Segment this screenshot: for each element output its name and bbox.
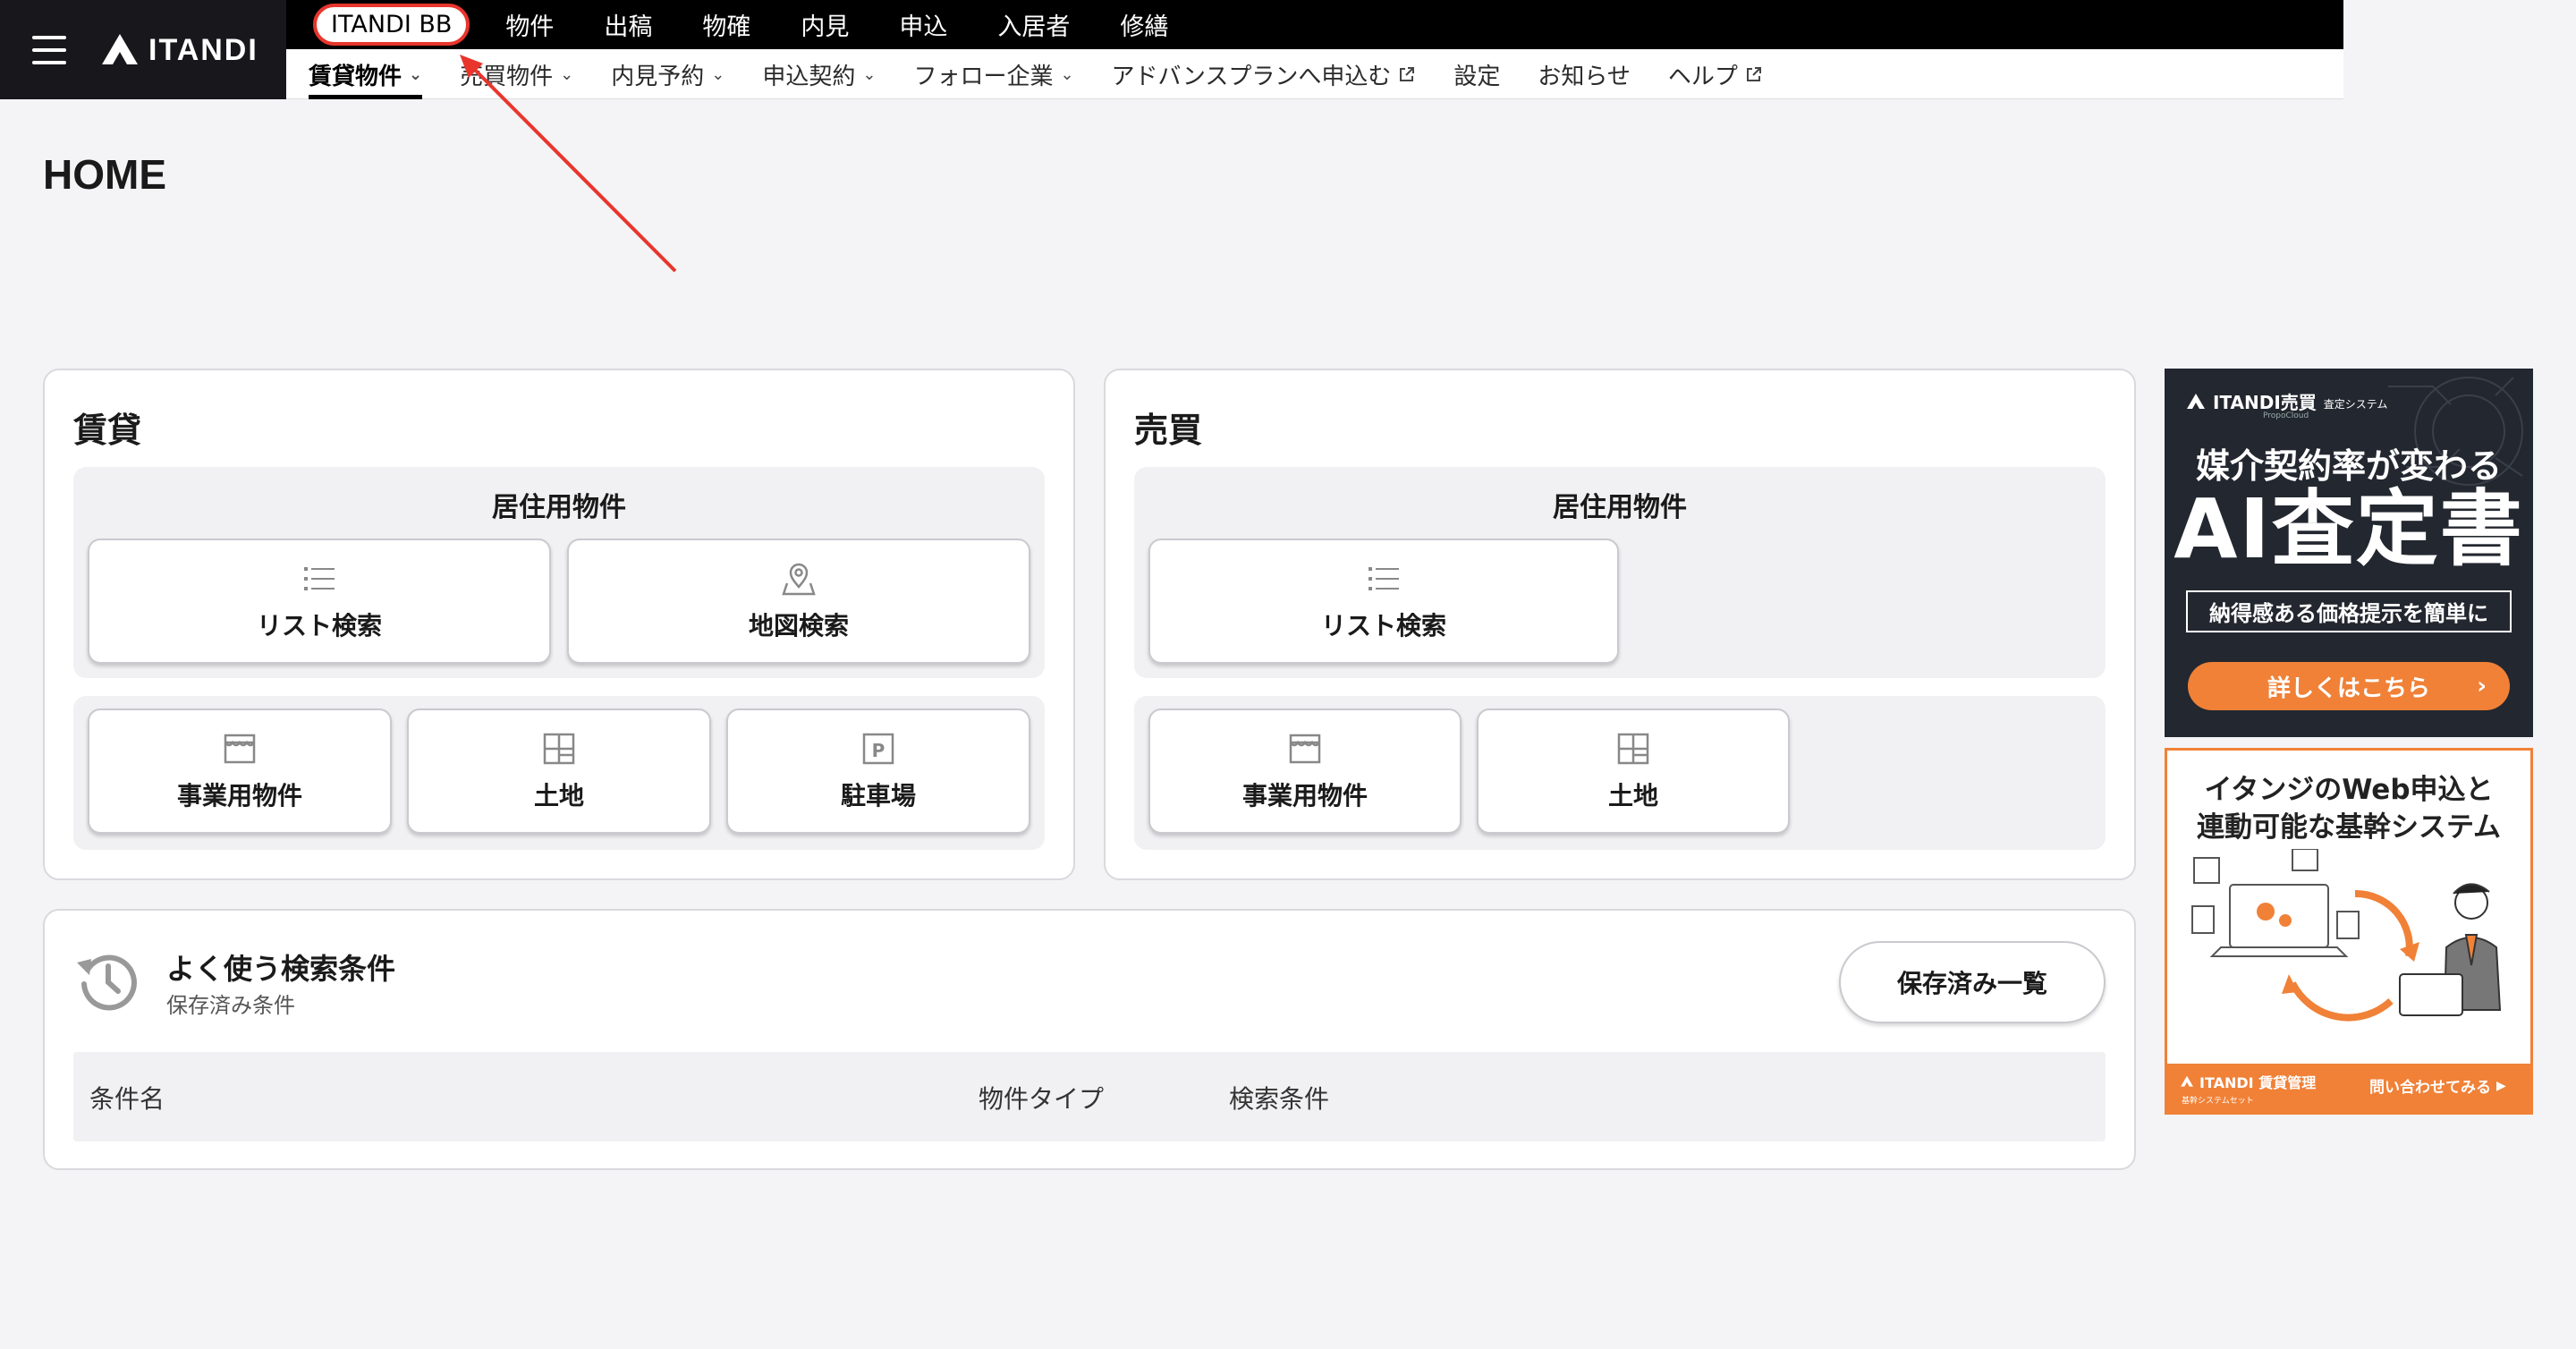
ad1-brand-sub: 査定システム — [2323, 398, 2388, 411]
sub-nav-item-4[interactable]: フォロー企業 ⌄ — [913, 49, 1073, 99]
laptop-person-illustration — [2191, 849, 2502, 1022]
top-nav-nyukyosha[interactable]: 入居者 — [972, 7, 1095, 42]
page-title: HOME — [43, 151, 166, 198]
sale-land-label: 土地 — [1607, 781, 1658, 810]
ad1-headline: 媒介契約率が変わる — [2195, 446, 2502, 486]
sale-list-search-button[interactable]: リスト検索 — [1148, 539, 1619, 664]
sub-nav-label: アドバンスプランへ申込む — [1111, 63, 1392, 90]
map-pin-icon — [782, 563, 816, 596]
triangle-right-icon: ▶ — [2496, 1078, 2506, 1093]
external-link-icon — [1400, 67, 1415, 81]
sub-nav-label: 設定 — [1453, 63, 1501, 90]
column-search-condition: 検索条件 — [1229, 1084, 1330, 1114]
ad1-brand: ITANDI売買 — [2213, 392, 2317, 413]
top-nav-moushikomi[interactable]: 申込 — [874, 7, 972, 42]
rental-management-ad-banner[interactable]: イタンジのWeb申込と 連動可能な基幹システム ITANDI 賃貸管理 基幹シス… — [2165, 748, 2533, 1115]
ad1-cta-label: 詳しくはこちら — [2267, 674, 2430, 702]
top-nav-naiken[interactable]: 内見 — [775, 7, 874, 42]
chevron-down-icon: ⌄ — [409, 64, 423, 84]
sale-list-search-label: リスト検索 — [1320, 611, 1446, 641]
svg-text:P: P — [872, 740, 886, 761]
itandi-logo-icon — [102, 34, 138, 64]
itandi-logo-icon — [2181, 1075, 2193, 1087]
land-grid-icon — [1617, 733, 1649, 765]
ad1-brand-small: PropoCloud — [2263, 411, 2309, 420]
top-nav-shukko[interactable]: 出稿 — [579, 7, 677, 42]
list-icon — [304, 567, 335, 590]
parking-icon: P — [862, 733, 894, 765]
sale-land-button[interactable]: 土地 — [1477, 708, 1790, 834]
chevron-down-icon: ⌄ — [711, 64, 725, 84]
top-nav-bukkaku[interactable]: 物確 — [677, 7, 775, 42]
rent-map-search-button[interactable]: 地図検索 — [567, 539, 1030, 664]
sub-nav-label: 賃貸物件 — [309, 63, 402, 90]
ad1-cta-button[interactable]: 詳しくはこちら › — [2188, 662, 2510, 710]
sub-nav-label: 申込契約 — [762, 63, 856, 90]
annotation-arrow — [460, 55, 677, 273]
rent-business-label: 事業用物件 — [176, 781, 302, 810]
chevron-down-icon: ⌄ — [862, 64, 877, 84]
itandi-logo-icon — [2187, 393, 2205, 409]
ad2-brand-row: ITANDI 賃貸管理 — [2180, 1071, 2316, 1092]
sub-nav-label: お知らせ — [1538, 63, 1631, 90]
ad1-brand-row: ITANDI売買 査定システム — [2186, 388, 2387, 414]
external-link-icon — [1746, 67, 1761, 81]
ad2-brand-sub: 基幹システムセット — [2182, 1097, 2254, 1106]
ad2-brand: ITANDI 賃貸管理 — [2199, 1074, 2317, 1091]
store-icon — [224, 734, 256, 764]
ad1-big-text: AI査定書 — [2174, 481, 2524, 577]
rent-land-label: 土地 — [533, 781, 584, 810]
saved-list-button[interactable]: 保存済み一覧 — [1839, 941, 2106, 1023]
chevron-right-icon: › — [2477, 673, 2487, 700]
list-icon — [1368, 567, 1399, 590]
sale-business-label: 事業用物件 — [1241, 781, 1368, 810]
ad1-tagline: 納得感ある価格提示を簡単に — [2186, 590, 2512, 632]
chevron-down-icon: ⌄ — [1060, 64, 1074, 84]
sub-nav-item-7[interactable]: お知らせ — [1538, 49, 1630, 99]
rent-business-button[interactable]: 事業用物件 — [88, 708, 392, 834]
rent-land-button[interactable]: 土地 — [407, 708, 711, 834]
sub-nav-item-5[interactable]: アドバンスプランへ申込む — [1112, 49, 1417, 99]
ai-appraisal-ad-banner[interactable]: ITANDI売買 査定システム PropoCloud 媒介契約率が変わる AI査… — [2165, 369, 2533, 737]
rent-map-search-label: 地図検索 — [748, 611, 849, 641]
sale-residential-title: 居住用物件 — [1553, 492, 1687, 523]
history-icon — [77, 954, 137, 1011]
land-grid-icon — [543, 733, 575, 765]
top-nav-shuzen[interactable]: 修繕 — [1095, 7, 1193, 42]
logo-text: ITANDI — [148, 32, 258, 67]
rent-residential-title: 居住用物件 — [492, 492, 626, 523]
store-icon — [1289, 734, 1321, 764]
sub-nav-item-3[interactable]: 申込契約 ⌄ — [762, 49, 876, 99]
sub-nav-item-0[interactable]: 賃貸物件 ⌄ — [309, 49, 423, 99]
ad2-cta-label: 問い合わせてみる — [2369, 1079, 2491, 1097]
column-property-type: 物件タイプ — [979, 1084, 1105, 1114]
rent-list-search-button[interactable]: リスト検索 — [88, 539, 551, 664]
sale-business-button[interactable]: 事業用物件 — [1148, 708, 1462, 834]
top-nav: ITANDI BB 物件 出稿 物確 内見 申込 入居者 修繕 — [286, 0, 1193, 49]
top-nav-itandi-bb[interactable]: ITANDI BB — [313, 4, 470, 46]
ad2-headline-2: 連動可能な基幹システム — [2196, 811, 2502, 844]
hamburger-menu-button[interactable] — [32, 36, 66, 64]
sub-nav-item-6[interactable]: 設定 — [1453, 49, 1500, 99]
saved-searches-subtitle: 保存済み条件 — [166, 993, 295, 1018]
ad2-headline-1: イタンジのWeb申込と — [2204, 774, 2494, 806]
sale-card-title: 売買 — [1134, 411, 1203, 450]
column-condition-name: 条件名 — [89, 1084, 165, 1114]
header-right-spacer — [2343, 0, 2576, 99]
itandi-logo[interactable]: ITANDI — [100, 30, 258, 70]
rent-list-search-label: リスト検索 — [256, 611, 382, 641]
ad2-cta[interactable]: 問い合わせてみる ▶ — [2369, 1074, 2506, 1098]
sub-nav-label: ヘルプ — [1667, 63, 1738, 90]
rent-card-title: 賃貸 — [73, 411, 142, 450]
saved-searches-title: よく使う検索条件 — [166, 952, 396, 986]
top-nav-bukken[interactable]: 物件 — [480, 7, 579, 42]
sub-nav-item-8[interactable]: ヘルプ — [1668, 49, 1763, 99]
sub-nav-label: フォロー企業 — [913, 63, 1054, 90]
rent-parking-label: 駐車場 — [840, 781, 916, 810]
rent-parking-button[interactable]: P 駐車場 — [726, 708, 1030, 834]
